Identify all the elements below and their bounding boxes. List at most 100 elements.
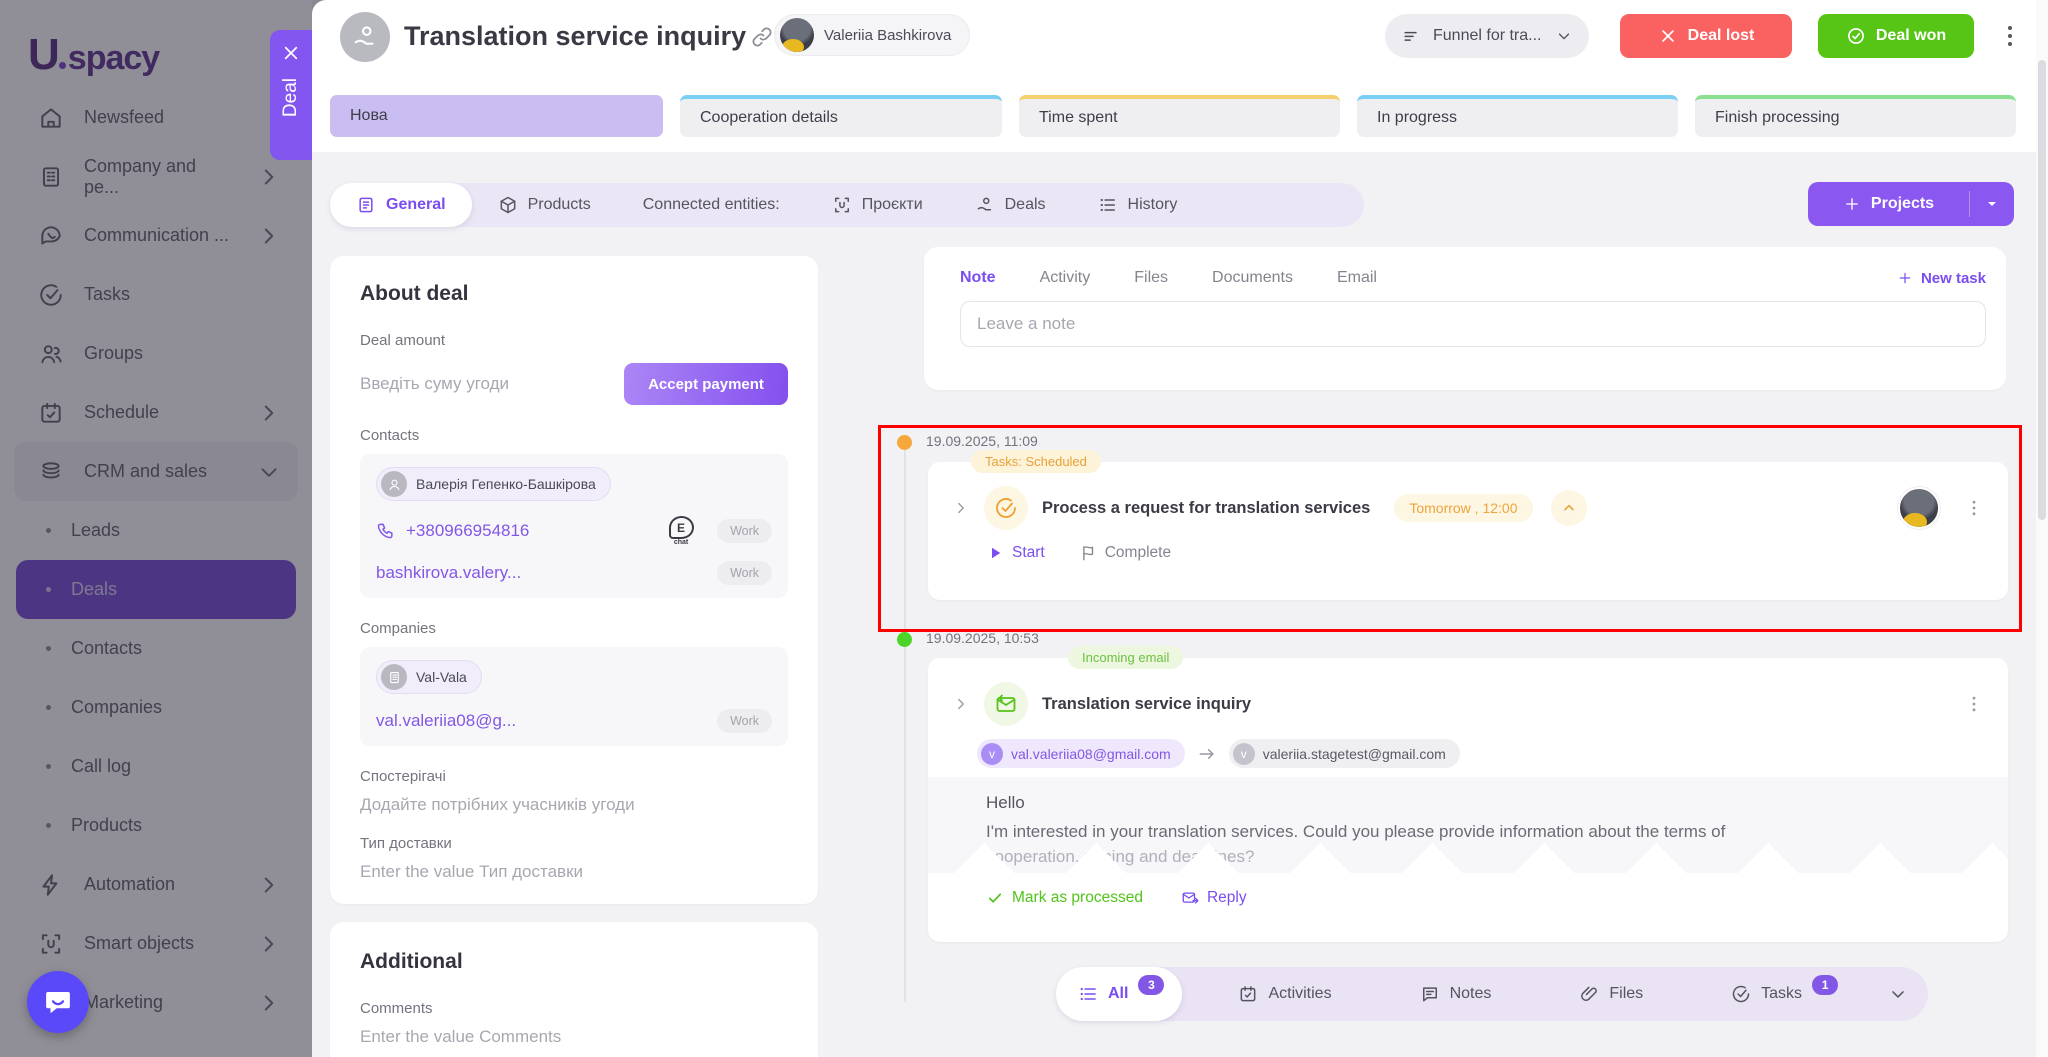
composer-tab-documents[interactable]: Documents — [1212, 269, 1293, 287]
app-window: U spacy Newsfeed Company and pe... Commu… — [0, 0, 2048, 1057]
contact-chip[interactable]: Валерія Гепенко-Башкірова — [376, 467, 611, 501]
tasks-count-badge: 1 — [1812, 975, 1838, 995]
accept-payment-button[interactable]: Accept payment — [624, 363, 788, 405]
general-card-icon — [356, 195, 376, 215]
sender-avatar: v — [981, 743, 1003, 765]
plus-icon — [1897, 270, 1913, 286]
recipient-avatar: v — [1233, 743, 1255, 765]
company-email-link[interactable]: val.valeriia08@g... — [376, 711, 516, 731]
company-avatar-icon — [381, 664, 407, 690]
email-subject[interactable]: Translation service inquiry — [1042, 695, 1251, 714]
deal-amount-input[interactable]: Введіть суму угоди — [360, 374, 509, 394]
mark-as-processed-button[interactable]: Mark as processed — [986, 889, 1143, 907]
deal-content: General Products Connected entities: Про… — [312, 152, 2048, 1057]
deal-lost-button[interactable]: Deal lost — [1620, 14, 1792, 58]
deal-owner-chip[interactable]: Valeriia Bashkirova — [774, 14, 970, 56]
email-type-tag: Work — [717, 561, 772, 585]
tab-connected-entities[interactable]: Connected entities: — [617, 183, 806, 227]
filter-notes[interactable]: Notes — [1398, 967, 1514, 1021]
filter-all[interactable]: All 3 — [1056, 967, 1182, 1021]
chat-bubble-icon — [43, 987, 73, 1017]
smart-objects-icon — [832, 195, 852, 215]
composer-tab-files[interactable]: Files — [1134, 269, 1168, 287]
tab-general[interactable]: General — [330, 183, 472, 227]
stage-cooperation-details[interactable]: Cooperation details — [680, 95, 1002, 137]
composer-card: Note Activity Files Documents Email New … — [924, 247, 2006, 390]
email-entry-date: 19.09.2025, 10:53 — [926, 630, 1039, 646]
email-body-preview: Hello I'm interested in your translation… — [928, 777, 2008, 873]
chevron-down-icon — [1555, 27, 1573, 45]
observers-input[interactable]: Додайте потрібних учасників угоди — [360, 795, 788, 815]
expand-chevron-icon[interactable] — [952, 695, 970, 713]
contact-phone-link[interactable]: +380966954816 — [406, 521, 529, 541]
deal-tabs: General Products Connected entities: Про… — [330, 183, 1364, 227]
x-icon — [1658, 26, 1678, 46]
list-icon — [1078, 984, 1098, 1004]
hand-coin-icon — [351, 23, 379, 51]
tab-products[interactable]: Products — [472, 183, 617, 227]
close-icon[interactable] — [282, 44, 300, 62]
support-chat-launcher[interactable] — [27, 971, 89, 1033]
contacts-label: Contacts — [360, 427, 788, 444]
company-group: Val-Vala val.valeriia08@g... Work — [360, 647, 788, 746]
timeline-dot-email — [897, 632, 912, 647]
deal-panel-tab[interactable]: Deal — [270, 30, 312, 160]
deal-entity-avatar — [340, 12, 390, 62]
deal-won-button[interactable]: Deal won — [1818, 14, 1974, 58]
arrow-right-icon — [1197, 744, 1217, 764]
composer-tab-email[interactable]: Email — [1337, 269, 1377, 287]
email-greeting: Hello — [986, 793, 1968, 813]
funnel-selector[interactable]: Funnel for tra... — [1385, 14, 1589, 58]
new-task-button[interactable]: New task — [1897, 270, 1986, 287]
email-from-chip[interactable]: v val.valeriia08@gmail.com — [977, 739, 1185, 768]
check-icon — [986, 889, 1004, 907]
incoming-email-icon — [984, 682, 1028, 726]
note-input[interactable] — [960, 301, 1986, 347]
stage-nova[interactable]: Нова — [330, 95, 663, 137]
composer-tab-activity[interactable]: Activity — [1040, 269, 1091, 287]
tab-projects[interactable]: Проєкти — [806, 183, 949, 227]
filter-files[interactable]: Files — [1557, 967, 1665, 1021]
email-direction-badge: Incoming email — [1068, 646, 1183, 669]
owner-name: Valeriia Bashkirova — [824, 27, 951, 44]
comments-input[interactable]: Enter the value Comments — [360, 1027, 788, 1047]
about-deal-heading: About deal — [360, 282, 788, 306]
page-title: Translation service inquiry — [404, 21, 746, 52]
reply-envelope-icon — [1181, 889, 1199, 907]
tab-history[interactable]: History — [1072, 183, 1204, 227]
stage-in-progress[interactable]: In progress — [1357, 95, 1678, 137]
scrollbar-thumb[interactable] — [2038, 60, 2046, 520]
composer-tab-note[interactable]: Note — [960, 269, 996, 287]
filter-tasks[interactable]: Tasks 1 — [1709, 967, 1860, 1021]
chevron-down-icon[interactable] — [1888, 984, 1908, 1004]
email-body-line: I'm interested in your translation servi… — [986, 822, 1968, 842]
more-actions-icon[interactable] — [1998, 22, 2022, 50]
projects-dropdown-caret[interactable] — [1970, 196, 2014, 212]
email-menu-icon[interactable] — [1964, 691, 1984, 717]
contact-email-link[interactable]: bashkirova.valery... — [376, 563, 521, 583]
echat-icon[interactable]: E chat — [669, 516, 693, 546]
timeline-filter-bar: All 3 Activities Notes Files Tasks 1 — [1056, 967, 1928, 1021]
history-list-icon — [1098, 195, 1118, 215]
email-entry-card: Incoming email Translation service inqui… — [928, 658, 2008, 942]
additional-heading: Additional — [360, 950, 788, 974]
filter-activities[interactable]: Activities — [1216, 967, 1353, 1021]
funnel-value: Funnel for tra... — [1433, 27, 1542, 45]
copy-link-icon[interactable] — [750, 25, 774, 49]
contact-group: Валерія Гепенко-Башкірова +380966954816 … — [360, 454, 788, 598]
add-projects-button[interactable]: Projects — [1808, 182, 2014, 226]
tab-deals[interactable]: Deals — [949, 183, 1072, 227]
company-chip[interactable]: Val-Vala — [376, 660, 482, 694]
email-to-chip[interactable]: v valeriia.stagetest@gmail.com — [1229, 739, 1460, 768]
truncation-zigzag — [928, 843, 2008, 873]
annotation-highlight-box — [878, 425, 2022, 632]
stage-time-spent[interactable]: Time spent — [1019, 95, 1340, 137]
delivery-type-input[interactable]: Enter the value Тип доставки — [360, 862, 788, 882]
reply-button[interactable]: Reply — [1181, 889, 1247, 907]
plus-icon — [1843, 195, 1861, 213]
check-circle-icon — [1731, 984, 1751, 1004]
deal-header: Translation service inquiry Valeriia Bas… — [312, 0, 2048, 152]
scrollbar-track[interactable] — [2036, 0, 2048, 1057]
stage-finish-processing[interactable]: Finish processing — [1695, 95, 2016, 137]
observers-label: Спостерігачі — [360, 768, 788, 785]
